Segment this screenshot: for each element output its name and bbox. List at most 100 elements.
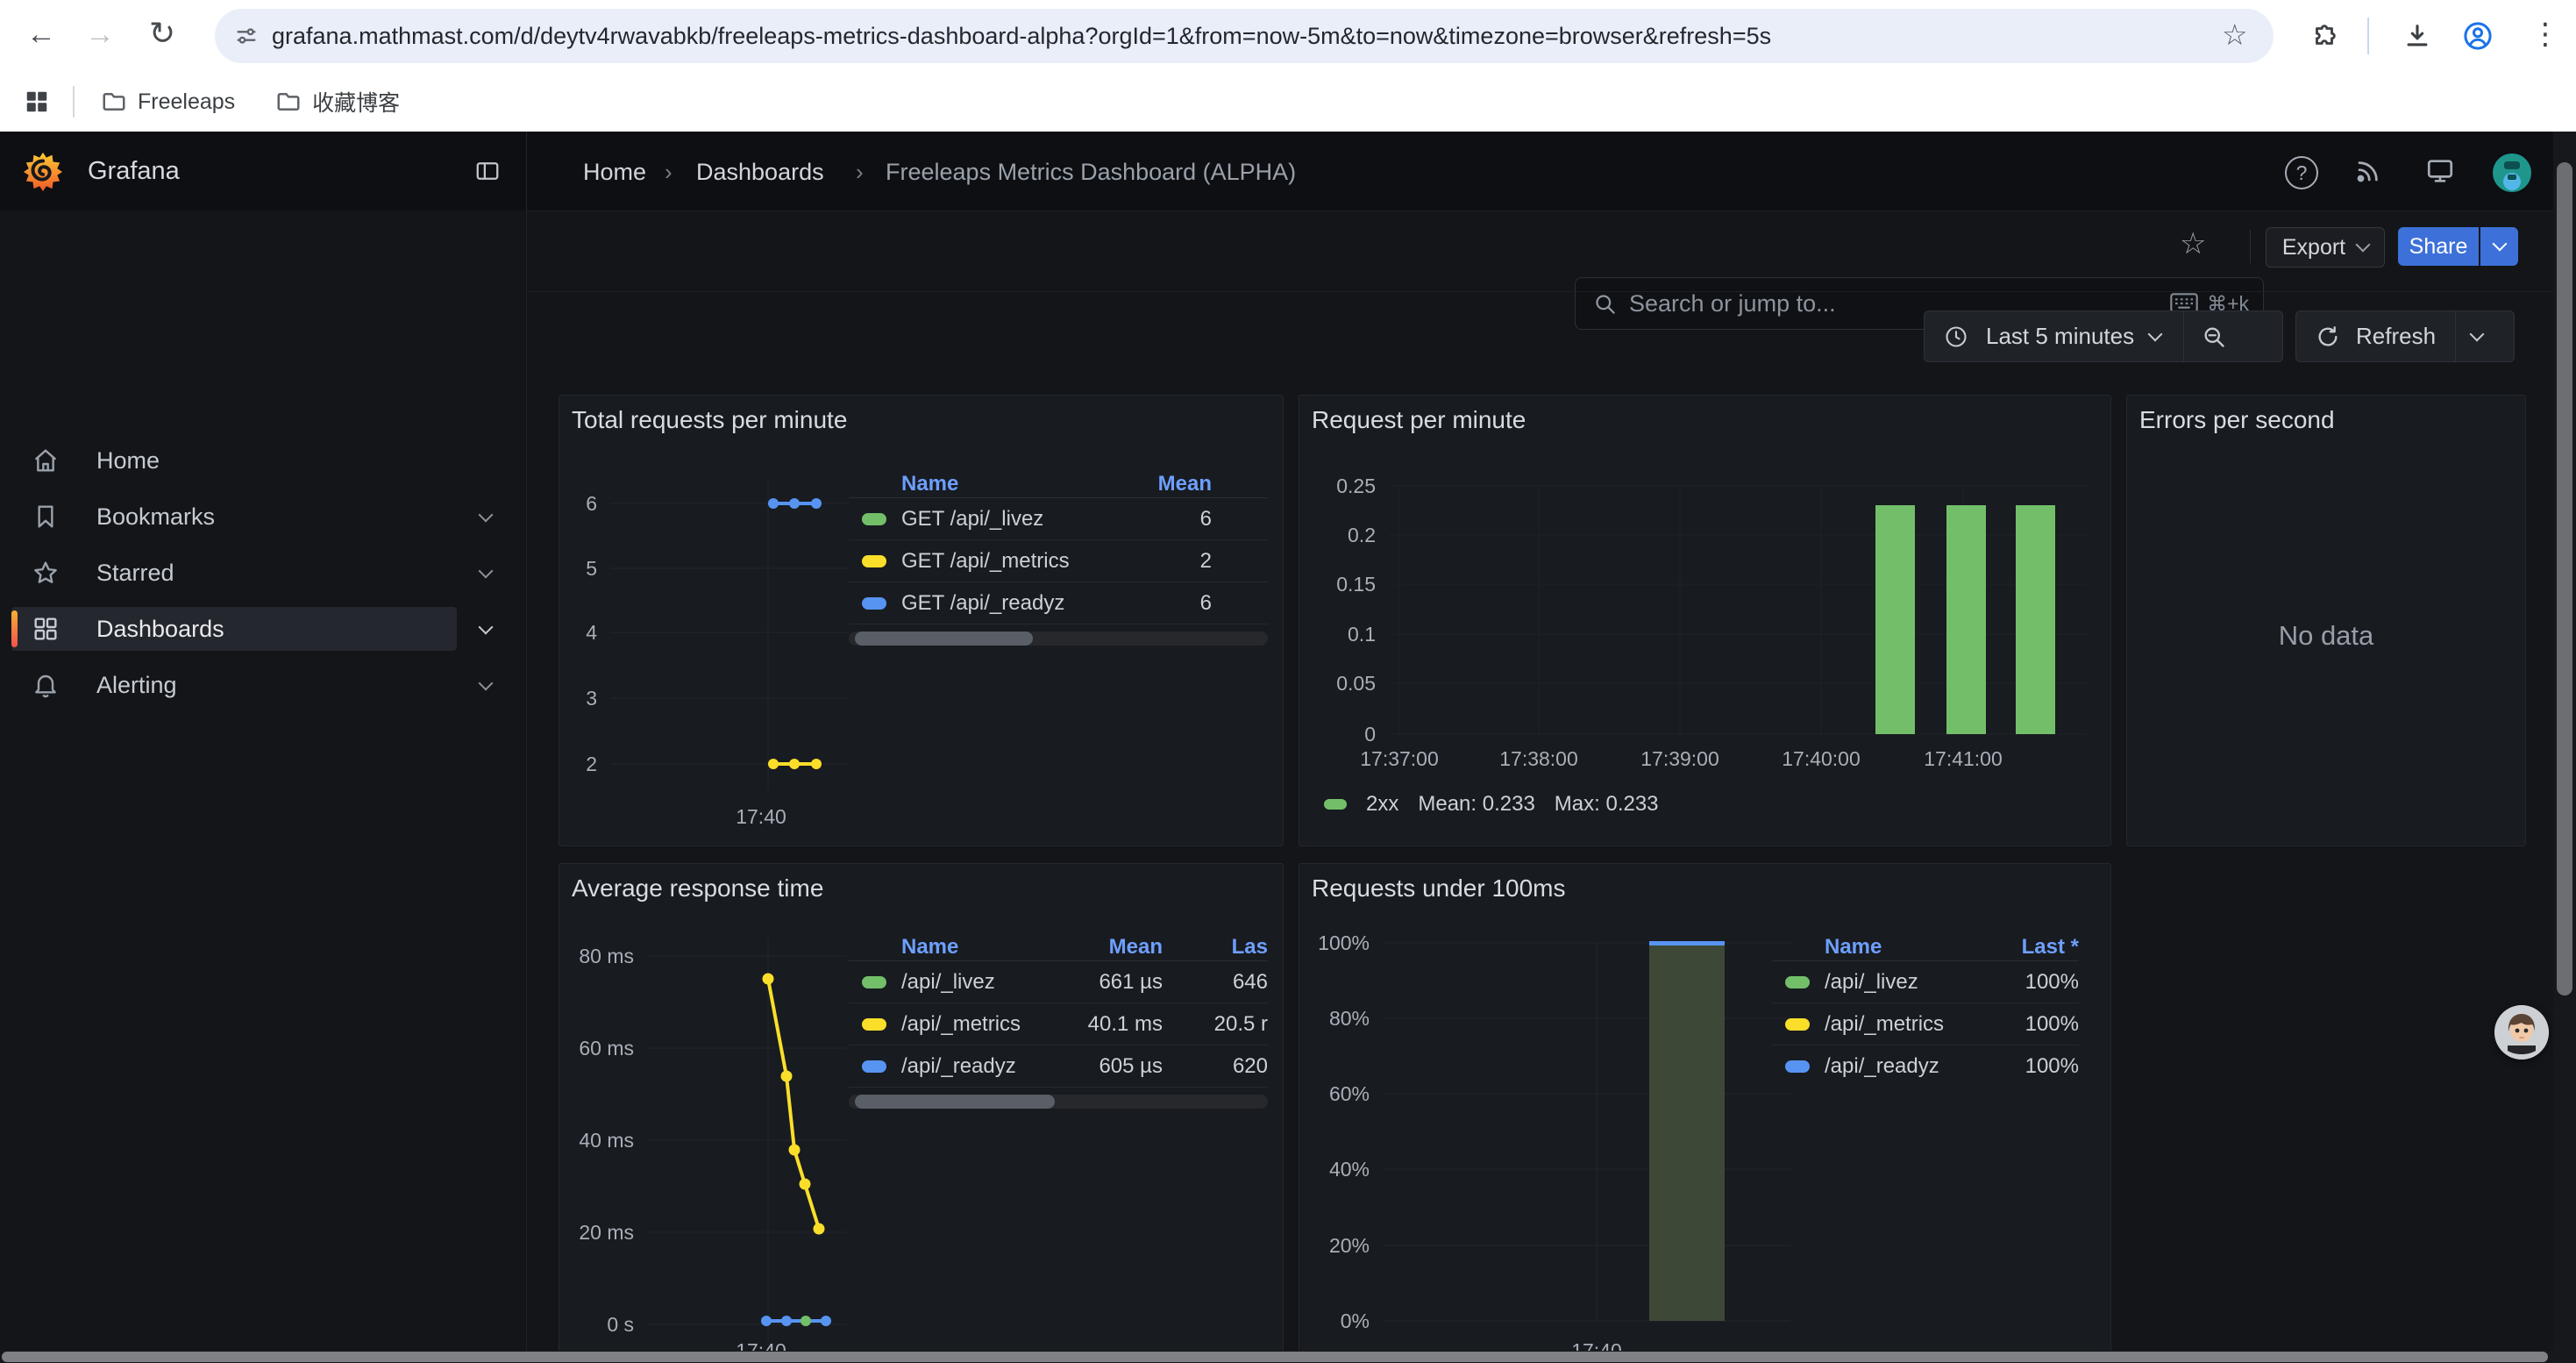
share-menu-button[interactable] xyxy=(2480,227,2518,266)
panel-title[interactable]: Errors per second xyxy=(2139,406,2335,434)
legend-row[interactable]: GET /api/_readyz 6 xyxy=(849,582,1268,624)
legend-series-name[interactable]: GET /api/_metrics xyxy=(901,549,1133,574)
legend-series-name[interactable]: GET /api/_livez xyxy=(901,507,1133,532)
sidebar-item-bookmarks[interactable]: Bookmarks xyxy=(11,495,485,539)
export-button[interactable]: Export xyxy=(2266,227,2385,268)
search-icon xyxy=(1593,292,1617,316)
profile-icon[interactable] xyxy=(2462,20,2494,52)
series-readyz-line xyxy=(768,498,822,509)
legend-header-last[interactable]: Las xyxy=(1163,935,1268,960)
legend-header-last[interactable]: Last * xyxy=(1991,935,2079,960)
url-bar[interactable]: grafana.mathmast.com/d/deytv4rwavabkb/fr… xyxy=(215,9,2274,63)
sidebar-item-label: Alerting xyxy=(96,672,177,699)
gridlines xyxy=(647,938,847,1342)
grafana-logo[interactable] xyxy=(23,151,63,191)
kiosk-monitor-icon[interactable] xyxy=(2425,156,2455,186)
refresh-icon[interactable] xyxy=(2316,325,2340,349)
legend-table: Name Last * /api/_livez 100% /api/_metri… xyxy=(1772,934,2079,1087)
legend-header-name[interactable]: Name xyxy=(901,472,1133,496)
legend-row[interactable]: /api/_metrics 40.1 ms 20.5 r xyxy=(849,1003,1268,1045)
download-icon[interactable] xyxy=(2402,21,2432,51)
series-metrics-line xyxy=(768,759,822,769)
legend-mean-value: 6 xyxy=(1133,591,1212,616)
legend-row[interactable]: GET /api/_livez 6 xyxy=(849,498,1268,540)
legend-series-name[interactable]: /api/_metrics xyxy=(901,1012,1075,1037)
series-color-pill xyxy=(862,976,886,988)
legend-series-name[interactable]: 2xx xyxy=(1366,792,1398,817)
bookmark-folder-blogs[interactable]: 收藏博客 xyxy=(275,86,400,118)
breadcrumb-dashboards[interactable]: Dashboards xyxy=(696,159,824,186)
chevron-down-icon[interactable] xyxy=(479,508,494,523)
legend-row[interactable]: /api/_readyz 100% xyxy=(1772,1045,2079,1087)
legend-row[interactable]: GET /api/_metrics 2 xyxy=(849,540,1268,582)
chevron-down-icon[interactable] xyxy=(479,564,494,579)
sidebar-item-home[interactable]: Home xyxy=(11,439,485,482)
time-group-divider xyxy=(2183,311,2184,361)
legend-series-name[interactable]: GET /api/_readyz xyxy=(901,591,1133,616)
zoom-out-icon[interactable] xyxy=(2202,325,2226,349)
series-color-pill xyxy=(1785,1060,1810,1073)
series-color-pill xyxy=(862,513,886,525)
chart-canvas[interactable] xyxy=(1299,396,2112,847)
time-range-label[interactable]: Last 5 minutes xyxy=(1986,323,2134,350)
help-icon[interactable]: ? xyxy=(2285,156,2318,189)
sidebar-toggle-icon[interactable] xyxy=(473,158,502,184)
breadcrumb-home[interactable]: Home xyxy=(583,159,646,186)
site-settings-icon[interactable] xyxy=(234,24,259,48)
legend-series-name[interactable]: /api/_metrics xyxy=(1825,1012,1991,1037)
refresh-group: Refresh xyxy=(2295,310,2515,362)
sidebar-item-starred[interactable]: Starred xyxy=(11,551,485,595)
legend-scrollbar-thumb[interactable] xyxy=(855,1095,1055,1109)
legend-header-name[interactable]: Name xyxy=(901,935,1075,960)
legend-scrollbar-track[interactable] xyxy=(849,1095,1268,1109)
extensions-icon[interactable] xyxy=(2309,21,2339,51)
legend-series-name[interactable]: /api/_readyz xyxy=(1825,1054,1991,1079)
forward-icon[interactable]: → xyxy=(85,19,115,49)
news-rss-icon[interactable] xyxy=(2355,158,2381,184)
header-divider xyxy=(526,132,527,211)
legend-header-name[interactable]: Name xyxy=(1825,935,1991,960)
horizontal-scrollbar-thumb[interactable] xyxy=(2,1352,2548,1362)
chevron-down-icon[interactable] xyxy=(479,676,494,691)
legend-series-name[interactable]: /api/_readyz xyxy=(901,1054,1075,1079)
chevron-down-icon[interactable] xyxy=(2148,326,2163,341)
user-avatar[interactable] xyxy=(2492,153,2532,193)
legend-row[interactable]: /api/_readyz 605 µs 620 xyxy=(849,1045,1268,1088)
no-data-message: No data xyxy=(2127,620,2525,652)
series-metrics-line xyxy=(763,974,825,1235)
bars-2xx[interactable] xyxy=(1875,505,2055,734)
chevron-down-icon[interactable] xyxy=(2470,326,2485,341)
legend-scrollbar-thumb[interactable] xyxy=(855,632,1033,646)
assistant-avatar-image xyxy=(2494,1005,2549,1060)
reload-icon[interactable]: ↻ xyxy=(149,18,175,48)
back-icon[interactable]: ← xyxy=(26,19,56,49)
legend-scrollbar-track[interactable] xyxy=(849,632,1268,646)
menu-dots-icon[interactable]: ⋮ xyxy=(2530,19,2560,49)
url-text[interactable]: grafana.mathmast.com/d/deytv4rwavabkb/fr… xyxy=(272,23,1771,50)
apps-grid-icon[interactable] xyxy=(24,89,50,115)
bar-under-100ms[interactable] xyxy=(1649,941,1725,1321)
share-button[interactable]: Share xyxy=(2398,227,2479,266)
legend-series-name[interactable]: /api/_livez xyxy=(1825,970,1991,995)
vertical-scrollbar-thumb[interactable] xyxy=(2557,162,2572,995)
sidebar-item-alerting[interactable]: Alerting xyxy=(11,663,485,707)
legend-inline: 2xx Mean: 0.233 Max: 0.233 xyxy=(1324,792,2078,817)
gridlines xyxy=(1383,943,1790,1321)
legend-row[interactable]: /api/_metrics 100% xyxy=(1772,1003,2079,1045)
sidebar-item-dashboards[interactable]: Dashboards xyxy=(11,607,457,651)
series-color-pill xyxy=(862,597,886,610)
legend-table: Name Mean GET /api/_livez 6 GET /api/_me… xyxy=(849,471,1268,646)
legend-series-name[interactable]: /api/_livez xyxy=(901,970,1075,995)
legend-row[interactable]: /api/_livez 100% xyxy=(1772,961,2079,1003)
bookmark-star-icon[interactable]: ☆ xyxy=(2222,18,2248,52)
assistant-avatar-widget[interactable] xyxy=(2494,1005,2549,1060)
legend-last-value: 646 xyxy=(1163,970,1268,995)
chevron-down-icon[interactable] xyxy=(479,620,494,635)
legend-header-mean[interactable]: Mean xyxy=(1075,935,1163,960)
legend-row[interactable]: /api/_livez 661 µs 646 xyxy=(849,961,1268,1003)
bookmark-folder-freeleaps[interactable]: Freeleaps xyxy=(101,89,235,115)
brand-title[interactable]: Grafana xyxy=(88,157,180,186)
legend-header-mean[interactable]: Mean xyxy=(1133,472,1212,496)
refresh-label[interactable]: Refresh xyxy=(2356,323,2436,350)
favorite-star-icon[interactable]: ☆ xyxy=(2180,226,2206,261)
